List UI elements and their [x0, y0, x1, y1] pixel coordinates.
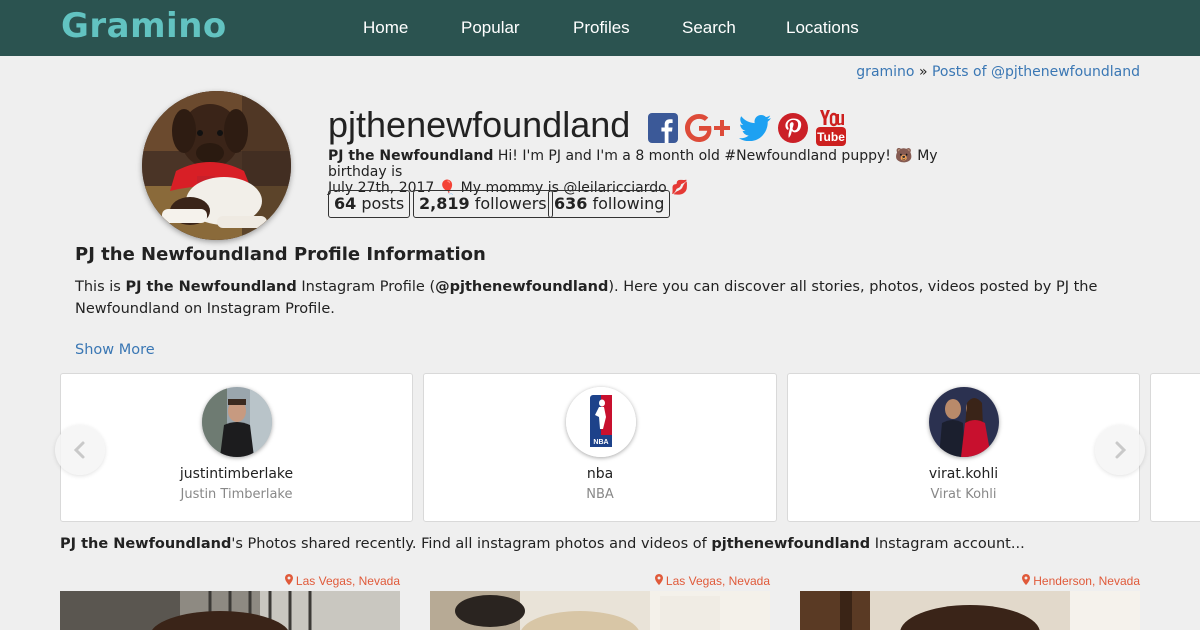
- card-username: virat.kohli: [928, 466, 999, 482]
- nav-locations[interactable]: Locations: [786, 18, 859, 38]
- carousel-prev-button[interactable]: [55, 425, 105, 475]
- kiss-emoji: 💋: [671, 180, 689, 196]
- profile-info-title: PJ the Newfoundland Profile Information: [75, 244, 486, 265]
- following-count: 636 following: [548, 190, 671, 218]
- nav-popular[interactable]: Popular: [461, 18, 520, 38]
- info-text-name: PJ the Newfoundland: [125, 279, 297, 295]
- carousel-next-button[interactable]: [1095, 425, 1145, 475]
- nba-logo-icon: NBA: [566, 387, 636, 457]
- facebook-icon[interactable]: [648, 113, 678, 143]
- followers-count: 2,819 followers: [413, 190, 553, 218]
- photos-intro-username: pjthenewfoundland: [711, 536, 871, 552]
- posts-value: 64: [334, 194, 357, 213]
- photo-location[interactable]: Las Vegas, Nevada: [284, 574, 400, 588]
- breadcrumb-home-link[interactable]: gramino: [856, 64, 914, 80]
- photo-thumbnail[interactable]: [430, 591, 770, 630]
- card-username: justintimberlake: [179, 466, 294, 482]
- followers-label: followers: [469, 194, 547, 213]
- nav-search[interactable]: Search: [682, 18, 736, 38]
- following-label: following: [587, 194, 665, 213]
- profile-info-text: This is PJ the Newfoundland Instagram Pr…: [75, 276, 1135, 320]
- card-full-name: NBA: [586, 487, 614, 502]
- info-text-handle: @pjthenewfoundland: [435, 279, 609, 295]
- photo-location-label: Henderson, Nevada: [1033, 574, 1140, 588]
- breadcrumb-separator: »: [918, 64, 928, 80]
- chevron-right-icon: [1115, 441, 1127, 459]
- breadcrumb-current-link[interactable]: Posts of @pjthenewfoundland: [932, 64, 1140, 80]
- card-avatar: NBA: [566, 387, 636, 457]
- info-text-c: Instagram Profile (: [296, 279, 436, 295]
- photo-location-label: Las Vegas, Nevada: [665, 574, 770, 588]
- profile-card[interactable]: NBA nba NBA: [423, 373, 777, 522]
- nav-home[interactable]: Home: [363, 18, 408, 38]
- card-username: nba: [586, 466, 614, 482]
- site-logo[interactable]: Gramino: [61, 6, 227, 46]
- followers-value: 2,819: [419, 194, 470, 213]
- photo-thumbnail[interactable]: [60, 591, 400, 630]
- profile-card[interactable]: justintimberlake Justin Timberlake: [60, 373, 413, 522]
- chevron-left-icon: [73, 441, 85, 459]
- photos-intro-text-2: Instagram account...: [870, 536, 1025, 552]
- card-full-name: Justin Timberlake: [180, 487, 293, 502]
- photos-intro-text-1: 's Photos shared recently. Find all inst…: [231, 536, 712, 552]
- photo-location[interactable]: Las Vegas, Nevada: [654, 574, 770, 588]
- card-avatar: [202, 387, 272, 457]
- youtube-icon[interactable]: Tube: [816, 110, 846, 146]
- photos-intro-name: PJ the Newfoundland: [60, 536, 232, 552]
- bear-emoji: 🐻: [895, 148, 913, 164]
- info-text-a: This is: [75, 279, 126, 295]
- profile-username: pjthenewfoundland: [328, 104, 631, 145]
- posts-count: 64 posts: [328, 190, 411, 218]
- svg-text:Tube: Tube: [817, 130, 845, 144]
- photo-location[interactable]: Henderson, Nevada: [1021, 574, 1140, 588]
- svg-text:NBA: NBA: [593, 439, 608, 446]
- breadcrumb: gramino » Posts of @pjthenewfoundland: [856, 64, 1140, 80]
- map-pin-icon: [1021, 574, 1030, 585]
- top-navbar: Gramino Home Popular Profiles Search Loc…: [0, 0, 1200, 56]
- google-plus-icon[interactable]: [685, 114, 731, 142]
- posts-label: posts: [356, 194, 405, 213]
- photo-thumbnail[interactable]: [800, 591, 1140, 630]
- map-pin-icon: [654, 574, 663, 585]
- profile-bio: PJ the Newfoundland Hi! I'm PJ and I'm a…: [328, 148, 968, 196]
- pinterest-icon[interactable]: [778, 113, 808, 143]
- nav-profiles[interactable]: Profiles: [573, 18, 630, 38]
- card-avatar: [929, 387, 999, 457]
- profile-card-peek[interactable]: [1150, 373, 1200, 522]
- profile-card[interactable]: virat.kohli Virat Kohli: [787, 373, 1140, 522]
- twitter-icon[interactable]: [739, 115, 771, 141]
- bio-text-1: Hi! I'm PJ and I'm a 8 month old #Newfou…: [493, 148, 896, 164]
- card-full-name: Virat Kohli: [930, 487, 997, 502]
- following-value: 636: [554, 194, 588, 213]
- profile-display-name: PJ the Newfoundland: [328, 148, 494, 164]
- related-profiles-carousel: justintimberlake Justin Timberlake NBA n…: [0, 373, 1200, 523]
- map-pin-icon: [284, 574, 293, 585]
- photos-intro: PJ the Newfoundland's Photos shared rece…: [60, 536, 1025, 552]
- photo-location-label: Las Vegas, Nevada: [295, 574, 400, 588]
- show-more-link[interactable]: Show More: [75, 342, 155, 358]
- profile-avatar: [142, 91, 291, 240]
